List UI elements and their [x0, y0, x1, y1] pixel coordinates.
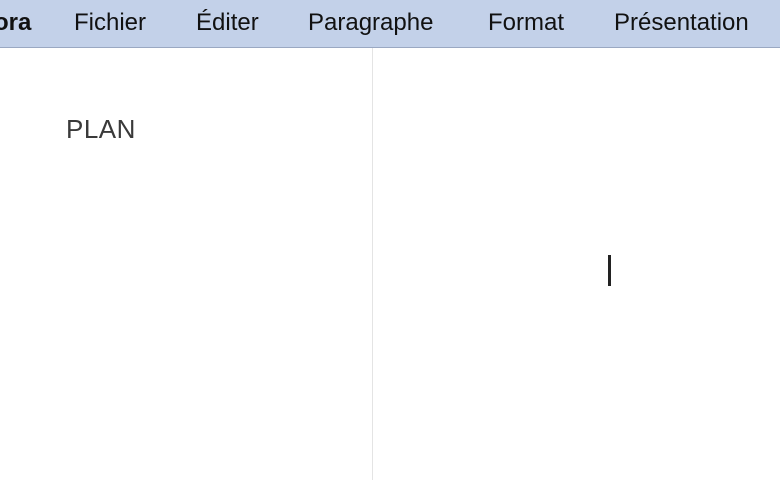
menu-paragraphe[interactable]: Paragraphe: [308, 0, 433, 47]
outline-title: PLAN: [66, 114, 136, 144]
menu-app-name[interactable]: ora: [0, 0, 31, 47]
menu-editer[interactable]: Éditer: [196, 0, 259, 47]
menu-bar: ora Fichier Éditer Paragraphe Format Pré…: [0, 0, 780, 48]
menu-presentation[interactable]: Présentation: [614, 0, 749, 47]
window-content: PLAN: [0, 48, 780, 480]
menu-format[interactable]: Format: [488, 0, 564, 47]
outline-sidebar[interactable]: PLAN: [0, 48, 373, 480]
editor-area[interactable]: [374, 48, 780, 480]
menu-fichier[interactable]: Fichier: [74, 0, 146, 47]
text-caret: [608, 255, 611, 286]
